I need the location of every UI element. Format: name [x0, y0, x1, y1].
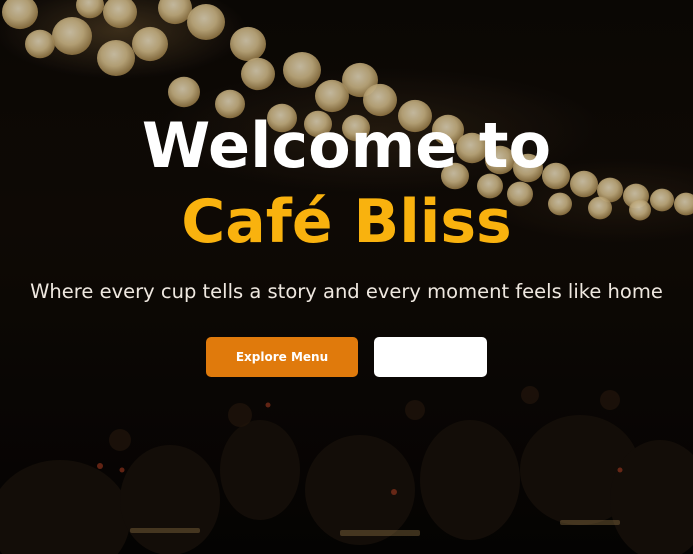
explore-menu-button[interactable]: Explore Menu	[206, 337, 358, 377]
hero-subtitle: Where every cup tells a story and every …	[30, 280, 663, 303]
hero-section: Welcome to Café Bliss Where every cup te…	[0, 0, 693, 554]
hero-title-brand: Café Bliss	[181, 187, 512, 257]
hero-title: Welcome to	[141, 109, 552, 182]
secondary-cta-button[interactable]	[374, 337, 487, 377]
